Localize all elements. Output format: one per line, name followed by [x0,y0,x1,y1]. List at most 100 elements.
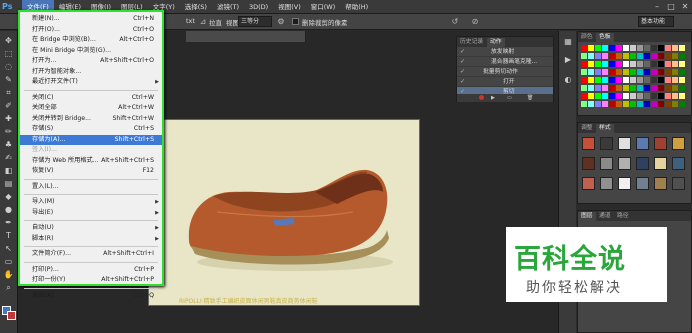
menu-item[interactable]: 3D(D) [244,0,273,14]
color-swatch[interactable] [672,53,678,59]
check-icon[interactable]: ✓ [460,77,465,87]
menu-item[interactable]: 视图(V) [273,0,306,14]
color-swatch[interactable] [581,61,587,67]
color-swatch[interactable] [665,85,671,91]
brush-tool-icon[interactable]: ✏ [2,126,15,137]
action-row[interactable]: ✓ 放发映射 [457,47,553,57]
color-swatch[interactable] [658,93,664,99]
action-row[interactable]: ✓ 混合器画笔克隆... [457,57,553,67]
color-swatch[interactable] [623,85,629,91]
color-swatch[interactable] [651,93,657,99]
color-swatch[interactable] [672,85,678,91]
color-swatch[interactable] [644,69,650,75]
color-swatch[interactable] [623,45,629,51]
file-menu-item[interactable]: 关闭全部 Alt+Ctrl+W [20,103,162,114]
color-swatch[interactable] [623,101,629,107]
tab-styles[interactable]: 样式 [596,124,614,133]
color-swatch[interactable] [651,53,657,59]
color-swatch[interactable] [602,69,608,75]
path-select-icon[interactable]: ↖ [2,243,15,254]
reset-icon[interactable]: ↺ [450,17,460,27]
color-swatch[interactable] [679,45,685,51]
style-preset[interactable] [618,137,631,150]
color-swatch[interactable] [609,101,615,107]
delete-cropped-checkbox[interactable] [292,18,299,25]
color-swatch[interactable] [609,45,615,51]
blur-tool-icon[interactable]: ◆ [2,191,15,202]
color-swatch[interactable] [658,77,664,83]
history-brush-icon[interactable]: ✍ [2,152,15,163]
color-swatch[interactable] [637,45,643,51]
color-swatch[interactable] [616,45,622,51]
document-tab[interactable] [186,31,306,42]
color-swatch[interactable] [665,45,671,51]
color-swatch[interactable] [637,61,643,67]
color-swatch[interactable] [651,101,657,107]
color-swatch[interactable] [651,45,657,51]
style-preset[interactable] [654,177,667,190]
color-swatch[interactable] [595,93,601,99]
color-swatch[interactable] [595,61,601,67]
eraser-tool-icon[interactable]: ◧ [2,165,15,176]
color-swatch[interactable] [588,77,594,83]
color-swatch[interactable] [588,45,594,51]
color-swatch[interactable] [630,93,636,99]
hand-tool-icon[interactable]: ✋ [2,269,15,280]
color-swatch[interactable] [658,61,664,67]
file-menu-item[interactable]: 存储为(A)... Shift+Ctrl+S [20,134,162,145]
crop-tool-icon[interactable]: ⌗ [2,87,15,98]
file-menu-item[interactable]: 自动(U) ▶ [20,223,162,234]
adjust-panel-icon[interactable]: ◐ [563,75,573,85]
color-swatch[interactable] [644,45,650,51]
record-icon[interactable] [479,95,484,100]
color-swatch[interactable] [588,69,594,75]
color-swatch[interactable] [658,85,664,91]
color-swatch[interactable] [630,69,636,75]
file-menu-item[interactable]: 在 Mini Bridge 中浏览(G)... [20,46,162,57]
gear-icon[interactable]: ⚙ [276,17,286,27]
view-select[interactable]: 三等分 [238,16,272,27]
file-menu-item[interactable]: 在 Bridge 中浏览(B)... Alt+Ctrl+O [20,35,162,46]
color-swatch[interactable] [651,69,657,75]
color-swatch[interactable] [616,101,622,107]
color-swatch[interactable] [616,93,622,99]
color-swatch[interactable] [581,85,587,91]
file-menu-item[interactable]: 存储(S) Ctrl+S [20,124,162,135]
color-swatch[interactable] [651,85,657,91]
color-swatch[interactable] [616,77,622,83]
color-swatch[interactable] [651,61,657,67]
color-swatch[interactable] [665,77,671,83]
color-swatch[interactable] [581,69,587,75]
file-menu-item[interactable]: 脚本(R) ▶ [20,234,162,245]
color-swatch[interactable] [665,53,671,59]
color-swatch[interactable] [665,101,671,107]
style-preset[interactable] [672,137,685,150]
background-color-swatch[interactable] [7,311,16,320]
history-panel-icon[interactable]: ▦ [563,37,573,47]
file-menu-item[interactable]: 导入(M) ▶ [20,197,162,208]
color-swatch[interactable] [588,101,594,107]
color-swatch[interactable] [637,93,643,99]
color-swatch[interactable] [602,77,608,83]
gradient-tool-icon[interactable]: ▤ [2,178,15,189]
color-swatch[interactable] [658,45,664,51]
action-set-row[interactable]: ✓ 批量剪切动作 [457,67,553,77]
menu-item[interactable]: 窗口(W) [306,0,341,14]
file-menu-item[interactable]: 置入(L)... [20,182,162,193]
color-swatch[interactable] [679,61,685,67]
eyedropper-tool-icon[interactable]: ✐ [2,100,15,111]
color-swatch[interactable] [616,85,622,91]
pen-tool-icon[interactable]: ✒ [2,217,15,228]
maximize-icon[interactable]: □ [666,2,676,11]
tab-layers[interactable]: 图层 [578,212,596,221]
action-row[interactable]: ✓ 打开 [457,77,553,87]
type-tool-icon[interactable]: T [2,230,15,241]
color-swatch[interactable] [672,77,678,83]
style-preset[interactable] [672,157,685,170]
play-icon[interactable]: ▶ [491,95,495,101]
file-menu-item[interactable]: 打开为智能对象... [20,67,162,78]
color-swatch[interactable] [672,45,678,51]
color-swatch[interactable] [623,93,629,99]
color-swatch[interactable] [588,85,594,91]
check-icon[interactable]: ✓ [460,57,465,67]
